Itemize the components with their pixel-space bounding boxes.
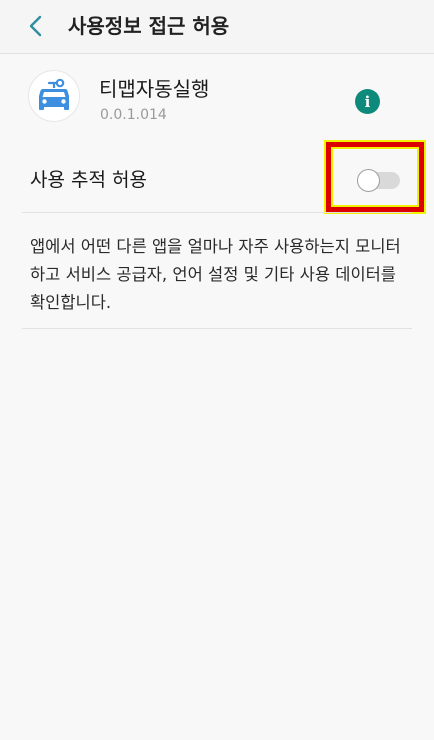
car-icon xyxy=(39,78,69,110)
usage-tracking-label: 사용 추적 허용 xyxy=(30,169,147,191)
chevron-left-icon xyxy=(29,15,42,37)
divider-top xyxy=(22,212,412,213)
usage-description: 앱에서 어떤 다른 앱을 얼마나 자주 사용하는지 모니터하고 서비스 공급자,… xyxy=(30,237,401,312)
header-bar: 사용정보 접근 허용 xyxy=(0,0,434,54)
info-button[interactable]: i xyxy=(355,89,380,114)
switch-knob xyxy=(357,169,380,192)
page-title: 사용정보 접근 허용 xyxy=(68,14,230,38)
app-name: 티맵자동실행 xyxy=(99,77,210,101)
app-version: 0.0.1.014 xyxy=(100,107,167,123)
back-button[interactable] xyxy=(18,8,54,44)
divider-bottom xyxy=(22,328,412,329)
app-info-row: 티맵자동실행 0.0.1.014 i xyxy=(0,54,434,140)
screen: 사용정보 접근 허용 티맵자동실행 0.0.1.014 i 사용 추적 허용 앱… xyxy=(0,0,434,740)
app-icon xyxy=(28,70,80,122)
usage-tracking-switch[interactable] xyxy=(357,169,401,192)
usage-tracking-row[interactable]: 사용 추적 허용 xyxy=(0,140,434,212)
info-icon: i xyxy=(364,92,371,111)
